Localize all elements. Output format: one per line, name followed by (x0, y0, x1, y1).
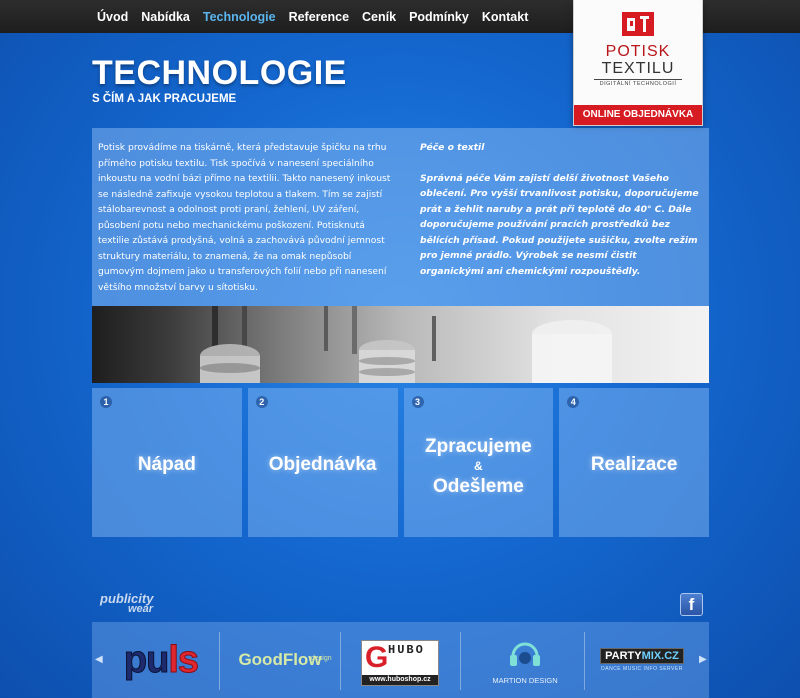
step-number: 2 (255, 396, 268, 408)
printer-photo (92, 306, 709, 383)
step-label: Realizace (590, 454, 678, 475)
partymix-logo-part1: PARTY (605, 650, 642, 662)
online-order-button[interactable]: ONLINE OBJEDNÁVKA (574, 105, 702, 125)
step-realizace[interactable]: 4 Realizace (559, 388, 709, 537)
technology-description: Potisk provádíme na tiskárně, která před… (98, 142, 391, 293)
main-nav: Úvod Nabídka Technologie Reference Ceník… (97, 0, 528, 33)
step-napad[interactable]: 1 Nápad (92, 388, 242, 537)
step-label: Zpracujeme (425, 436, 532, 457)
nav-item-reference[interactable]: Reference (289, 10, 349, 24)
hubo-logo-text: HUBO (388, 643, 425, 657)
nav-item-technologie[interactable]: Technologie (203, 10, 276, 24)
logo-line2: TEXTILU (601, 60, 675, 77)
partners-prev-arrow-icon[interactable]: ◀ (95, 654, 103, 665)
nav-item-uvod[interactable]: Úvod (97, 10, 128, 24)
page-title: TECHNOLOGIE (92, 54, 347, 92)
site-logo[interactable]: POTISK TEXTILU DIGITÁLNÍ TECHNOLOGIÍ ONL… (573, 0, 703, 126)
goodflow-logo-small: design (311, 655, 332, 662)
puls-logo-part2: ls (168, 638, 200, 681)
hubo-logo-url: www.huboshop.cz (362, 675, 438, 685)
puls-logo-part1: pu (123, 638, 169, 681)
printer-rollers-image (200, 306, 612, 383)
pt-monogram-icon (622, 12, 654, 36)
step-label: Nápad (137, 454, 196, 475)
partner-divider (460, 632, 461, 690)
partner-huboshop[interactable]: G HUBO www.huboshop.cz (361, 640, 439, 686)
logo-tagline: DIGITÁLNÍ TECHNOLOGIÍ (594, 79, 682, 87)
publicity-wear-logo-line2: wear (128, 603, 154, 615)
partymix-logo-sub: DANCE MUSIC INFO SERVER (601, 666, 683, 672)
hubo-logo-letter: G (365, 641, 389, 674)
facebook-icon[interactable]: f (680, 593, 703, 616)
partners-next-arrow-icon[interactable]: ▶ (699, 654, 707, 665)
step-zpracujeme-odesleme[interactable]: 3 Zpracujeme & Odešleme (403, 388, 554, 537)
step-label-2: Odešleme (432, 476, 524, 497)
partner-divider (584, 632, 585, 690)
care-text: Správná péče Vám zajistí delší životnost… (420, 172, 699, 277)
page-subtitle: S ČÍM A JAK PRACUJEME (92, 93, 237, 105)
care-title: Péče o textil (420, 142, 485, 153)
step-number: 3 (411, 396, 424, 408)
partner-partymix[interactable]: PARTYMIX.CZ DANCE MUSIC INFO SERVER (588, 630, 696, 690)
partner-puls[interactable]: pu ls (106, 630, 216, 690)
step-objednavka[interactable]: 2 Objednávka (247, 388, 398, 537)
step-number: 4 (567, 396, 580, 408)
nav-item-nabidka[interactable]: Nabídka (141, 10, 190, 24)
nav-item-podminky[interactable]: Podmínky (409, 10, 469, 24)
partner-divider (340, 632, 341, 690)
step-number: 1 (100, 396, 112, 408)
nav-item-kontakt[interactable]: Kontakt (482, 10, 529, 24)
publicity-wear-logo[interactable]: publicity wear (100, 592, 176, 615)
textile-care-section: Péče o textil Správná péče Vám zajistí d… (420, 140, 703, 279)
partner-divider (219, 632, 220, 690)
partymix-logo-text: PARTYMIX.CZ (600, 648, 684, 664)
nav-item-cenik[interactable]: Ceník (362, 10, 396, 24)
partymix-logo-part2: MIX.CZ (641, 650, 679, 662)
step-ampersand: & (474, 459, 483, 473)
process-steps: 1 Nápad 2 Objednávka 3 Zpracujeme & Odeš… (92, 388, 709, 537)
martion-logo-text: MARTION DESIGN (492, 675, 558, 685)
step-label: Objednávka (268, 454, 377, 475)
partner-martion-design[interactable]: MARTION DESIGN (480, 630, 570, 690)
partner-goodflow[interactable]: GoodFlow design (223, 630, 337, 690)
goodflow-logo-text: GoodFlow (238, 650, 322, 669)
content-panel: Potisk provádíme na tiskárně, která před… (92, 128, 709, 306)
logo-line1: POTISK (605, 43, 671, 60)
headphones-icon (510, 642, 540, 666)
